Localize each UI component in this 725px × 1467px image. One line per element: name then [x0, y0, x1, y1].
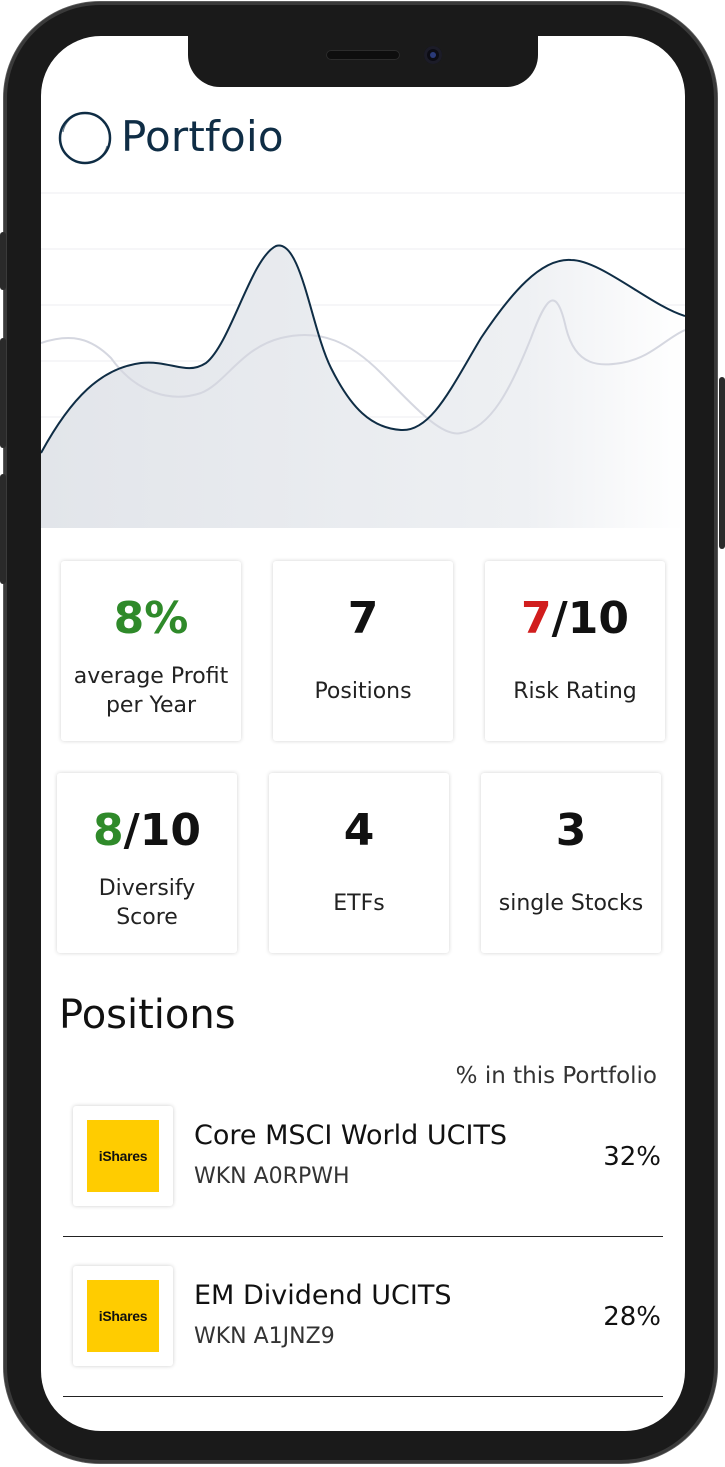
stat-card-average-profit[interactable]: 8% average Profit per Year	[61, 561, 241, 741]
stat-label: ETFs	[333, 891, 385, 916]
position-row[interactable]: iShares Core MSCI World UCITS WKN A0RPWH…	[63, 1106, 663, 1266]
stat-card-positions[interactable]: 7 Positions	[273, 561, 453, 741]
stat-label: Positions	[314, 679, 412, 704]
stat-value: 7/10	[521, 593, 629, 644]
volume-down-button	[0, 474, 6, 584]
stat-card-single-stocks[interactable]: 3 single Stocks	[481, 773, 661, 953]
position-percent: 32%	[603, 1142, 661, 1172]
mute-switch	[0, 232, 6, 290]
position-logo-frame: iShares	[73, 1266, 173, 1366]
position-percent: 28%	[603, 1302, 661, 1332]
front-camera-icon	[424, 46, 442, 64]
app-title: Portfoio	[121, 112, 284, 161]
row-divider	[63, 1396, 663, 1397]
stat-value: 8/10	[93, 805, 201, 856]
position-row[interactable]: iShares EM Dividend UCITS WKN A1JNZ9 28%	[63, 1266, 663, 1426]
position-name: Core MSCI World UCITS	[194, 1120, 508, 1151]
ishares-logo-icon: iShares	[87, 1280, 159, 1352]
stat-value: 8%	[113, 593, 189, 644]
phone-notch	[188, 36, 538, 87]
chart-area-fill	[41, 245, 685, 528]
stat-label: Risk Rating	[513, 679, 637, 704]
speaker-grille	[326, 50, 400, 60]
position-name: EM Dividend UCITS	[194, 1280, 452, 1311]
screen: Portfoio 8% average Profit per Year 7 Po…	[41, 36, 685, 1431]
stat-value: 7	[347, 593, 379, 644]
stat-card-diversify-score[interactable]: 8/10 Diversify Score	[57, 773, 237, 953]
positions-section-title: Positions	[59, 992, 236, 1038]
portfolio-performance-chart	[41, 192, 685, 528]
row-divider	[63, 1236, 663, 1237]
position-logo-frame: iShares	[73, 1106, 173, 1206]
stat-label: Diversify Score	[98, 876, 196, 930]
percent-column-header: % in this Portfolio	[455, 1063, 657, 1089]
position-wkn: WKN A1JNZ9	[194, 1324, 335, 1349]
power-button	[719, 377, 725, 549]
stat-value: 3	[555, 805, 587, 856]
stat-card-risk-rating[interactable]: 7/10 Risk Rating	[485, 561, 665, 741]
stat-card-etfs[interactable]: 4 ETFs	[269, 773, 449, 953]
volume-up-button	[0, 338, 6, 448]
position-wkn: WKN A0RPWH	[194, 1164, 350, 1189]
stat-label: single Stocks	[498, 891, 644, 916]
ishares-logo-icon: iShares	[87, 1120, 159, 1192]
stat-label: average Profit per Year	[73, 664, 229, 718]
app-logo-icon	[58, 111, 112, 165]
stat-value: 4	[343, 805, 375, 856]
